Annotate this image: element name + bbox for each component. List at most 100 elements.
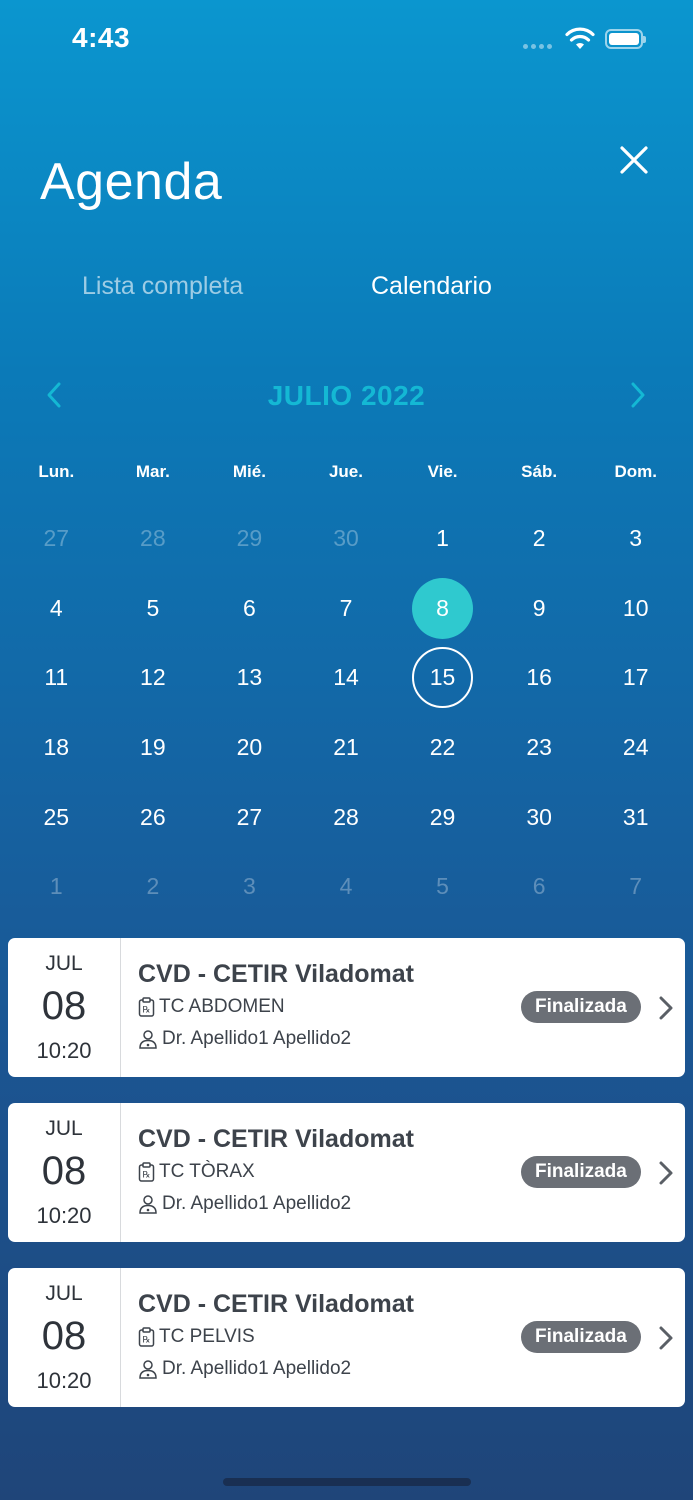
calendar-day[interactable]: 5 bbox=[394, 852, 491, 922]
calendar-day[interactable]: 2 bbox=[491, 504, 588, 574]
appointment-date: JUL 08 10:20 bbox=[8, 1268, 121, 1407]
appointment-procedure: TC ABDOMEN bbox=[159, 996, 285, 1017]
calendar-day[interactable]: 3 bbox=[587, 504, 684, 574]
prescription-icon: ℞ bbox=[138, 1327, 155, 1347]
appointment-doctor-row: Dr. Apellido1 Apellido2 bbox=[138, 1193, 351, 1215]
calendar-day[interactable]: 28 bbox=[105, 504, 202, 574]
calendar-day[interactable]: 28 bbox=[298, 782, 395, 852]
calendar-day[interactable]: 7 bbox=[298, 574, 395, 644]
calendar-day[interactable]: 11 bbox=[8, 643, 105, 713]
svg-text:℞: ℞ bbox=[142, 1006, 150, 1016]
weekday-header-row: Lun. Mar. Mié. Jue. Vie. Sáb. Dom. bbox=[8, 462, 684, 482]
appointment-month: JUL bbox=[45, 1282, 83, 1305]
status-bar: 4:43 bbox=[0, 0, 693, 80]
calendar-day[interactable]: 23 bbox=[491, 713, 588, 783]
calendar-day-number: 16 bbox=[526, 664, 552, 691]
calendar-day[interactable]: 5 bbox=[105, 574, 202, 644]
appointment-procedure: TC PELVIS bbox=[159, 1326, 255, 1347]
calendar-day[interactable]: 17 bbox=[587, 643, 684, 713]
calendar-day-number: 28 bbox=[140, 525, 166, 552]
calendar-day[interactable]: 4 bbox=[298, 852, 395, 922]
calendar-day[interactable]: 1 bbox=[8, 852, 105, 922]
month-label: JULIO 2022 bbox=[267, 380, 426, 411]
calendar-day[interactable]: 22 bbox=[394, 713, 491, 783]
wifi-icon bbox=[565, 27, 595, 49]
calendar-day-number: 3 bbox=[629, 525, 643, 552]
calendar-day[interactable]: 12 bbox=[105, 643, 202, 713]
calendar-day-number: 4 bbox=[339, 873, 353, 900]
appointment-center: CVD - CETIR Viladomat bbox=[138, 1290, 414, 1318]
home-indicator[interactable] bbox=[223, 1478, 471, 1486]
appointment-card[interactable]: JUL 08 10:20 CVD - CETIR Viladomat ℞ TC … bbox=[8, 1268, 685, 1407]
calendar-header: JULIO 2022 bbox=[0, 370, 693, 424]
calendar-day[interactable]: 16 bbox=[491, 643, 588, 713]
appointment-time: 10:20 bbox=[36, 1368, 92, 1393]
calendar-day[interactable]: 20 bbox=[201, 713, 298, 783]
calendar-day[interactable]: 29 bbox=[394, 782, 491, 852]
calendar-day-number: 18 bbox=[43, 734, 70, 761]
calendar-day[interactable]: 6 bbox=[491, 852, 588, 922]
calendar-day-number: 1 bbox=[436, 525, 449, 552]
calendar-day-selected[interactable]: 8 bbox=[394, 574, 491, 644]
calendar-day[interactable]: 27 bbox=[8, 504, 105, 574]
calendar-day-number: 8 bbox=[412, 577, 474, 639]
appointment-card[interactable]: JUL 08 10:20 CVD - CETIR Viladomat ℞ TC … bbox=[8, 1103, 685, 1242]
appointment-time: 10:20 bbox=[36, 1203, 92, 1228]
calendar-day[interactable]: 25 bbox=[8, 782, 105, 852]
calendar-day-number: 27 bbox=[236, 803, 263, 830]
calendar-day[interactable]: 13 bbox=[201, 643, 298, 713]
tab-calendario[interactable]: Calendario bbox=[371, 272, 492, 301]
calendar-day-number: 7 bbox=[629, 873, 643, 900]
calendar-day[interactable]: 31 bbox=[587, 782, 684, 852]
calendar-day-number: 29 bbox=[236, 525, 263, 552]
calendar-day-number: 5 bbox=[146, 594, 160, 621]
calendar-day-marked[interactable]: 15 bbox=[394, 643, 491, 713]
calendar-day[interactable]: 26 bbox=[105, 782, 202, 852]
calendar-day[interactable]: 27 bbox=[201, 782, 298, 852]
chevron-right-icon[interactable] bbox=[656, 1160, 676, 1186]
calendar-day[interactable]: 18 bbox=[8, 713, 105, 783]
chevron-right-icon[interactable] bbox=[656, 1325, 676, 1351]
calendar-day[interactable]: 30 bbox=[491, 782, 588, 852]
calendar-day[interactable]: 3 bbox=[201, 852, 298, 922]
close-icon[interactable] bbox=[612, 138, 656, 182]
calendar-day[interactable]: 6 bbox=[201, 574, 298, 644]
calendar-day[interactable]: 30 bbox=[298, 504, 395, 574]
appointment-month: JUL bbox=[45, 952, 83, 975]
calendar-day-number: 1 bbox=[49, 873, 63, 900]
page-title: Agenda bbox=[40, 153, 223, 211]
calendar-day[interactable]: 9 bbox=[491, 574, 588, 644]
chevron-right-icon[interactable] bbox=[656, 995, 676, 1021]
calendar-day[interactable]: 4 bbox=[8, 574, 105, 644]
calendar-day[interactable]: 19 bbox=[105, 713, 202, 783]
appointment-procedure: TC TÒRAX bbox=[159, 1161, 255, 1182]
calendar-day-grid: 27 28 29 30 1 2 3 4 5 6 7 8 9 10 11 12 13 14 15 16 17 18 19 20 2… bbox=[8, 504, 684, 922]
appointment-month: JUL bbox=[45, 1117, 83, 1140]
tab-lista-completa[interactable]: Lista completa bbox=[82, 272, 243, 301]
calendar-day[interactable]: 1 bbox=[394, 504, 491, 574]
calendar-day-number: 31 bbox=[622, 803, 649, 830]
calendar-day[interactable]: 7 bbox=[587, 852, 684, 922]
calendar-day[interactable]: 29 bbox=[201, 504, 298, 574]
calendar-day[interactable]: 14 bbox=[298, 643, 395, 713]
appointment-doctor: Dr. Apellido1 Apellido2 bbox=[162, 1028, 352, 1049]
appointment-procedure-row: ℞ TC PELVIS bbox=[138, 1326, 255, 1348]
weekday-label: Lun. bbox=[38, 462, 75, 481]
calendar-day[interactable]: 2 bbox=[105, 852, 202, 922]
appointment-card[interactable]: JUL 08 10:20 CVD - CETIR Viladomat ℞ TC … bbox=[8, 938, 685, 1077]
calendar-day[interactable]: 21 bbox=[298, 713, 395, 783]
calendar-day[interactable]: 10 bbox=[587, 574, 684, 644]
calendar-day-number: 6 bbox=[532, 873, 546, 900]
calendar-day[interactable]: 24 bbox=[587, 713, 684, 783]
chevron-right-icon[interactable] bbox=[620, 378, 654, 412]
svg-text:℞: ℞ bbox=[142, 1171, 150, 1181]
prescription-icon: ℞ bbox=[138, 1162, 155, 1182]
appointment-doctor-row: Dr. Apellido1 Apellido2 bbox=[138, 1028, 351, 1050]
appointment-day: 08 bbox=[41, 984, 87, 1028]
calendar-day-number: 22 bbox=[429, 734, 456, 761]
appointment-date: JUL 08 10:20 bbox=[8, 938, 121, 1077]
appointment-center: CVD - CETIR Viladomat bbox=[138, 1125, 414, 1153]
doctor-icon bbox=[139, 1195, 157, 1214]
calendar-day-number: 11 bbox=[44, 664, 69, 691]
weekday-label: Jue. bbox=[328, 462, 363, 481]
